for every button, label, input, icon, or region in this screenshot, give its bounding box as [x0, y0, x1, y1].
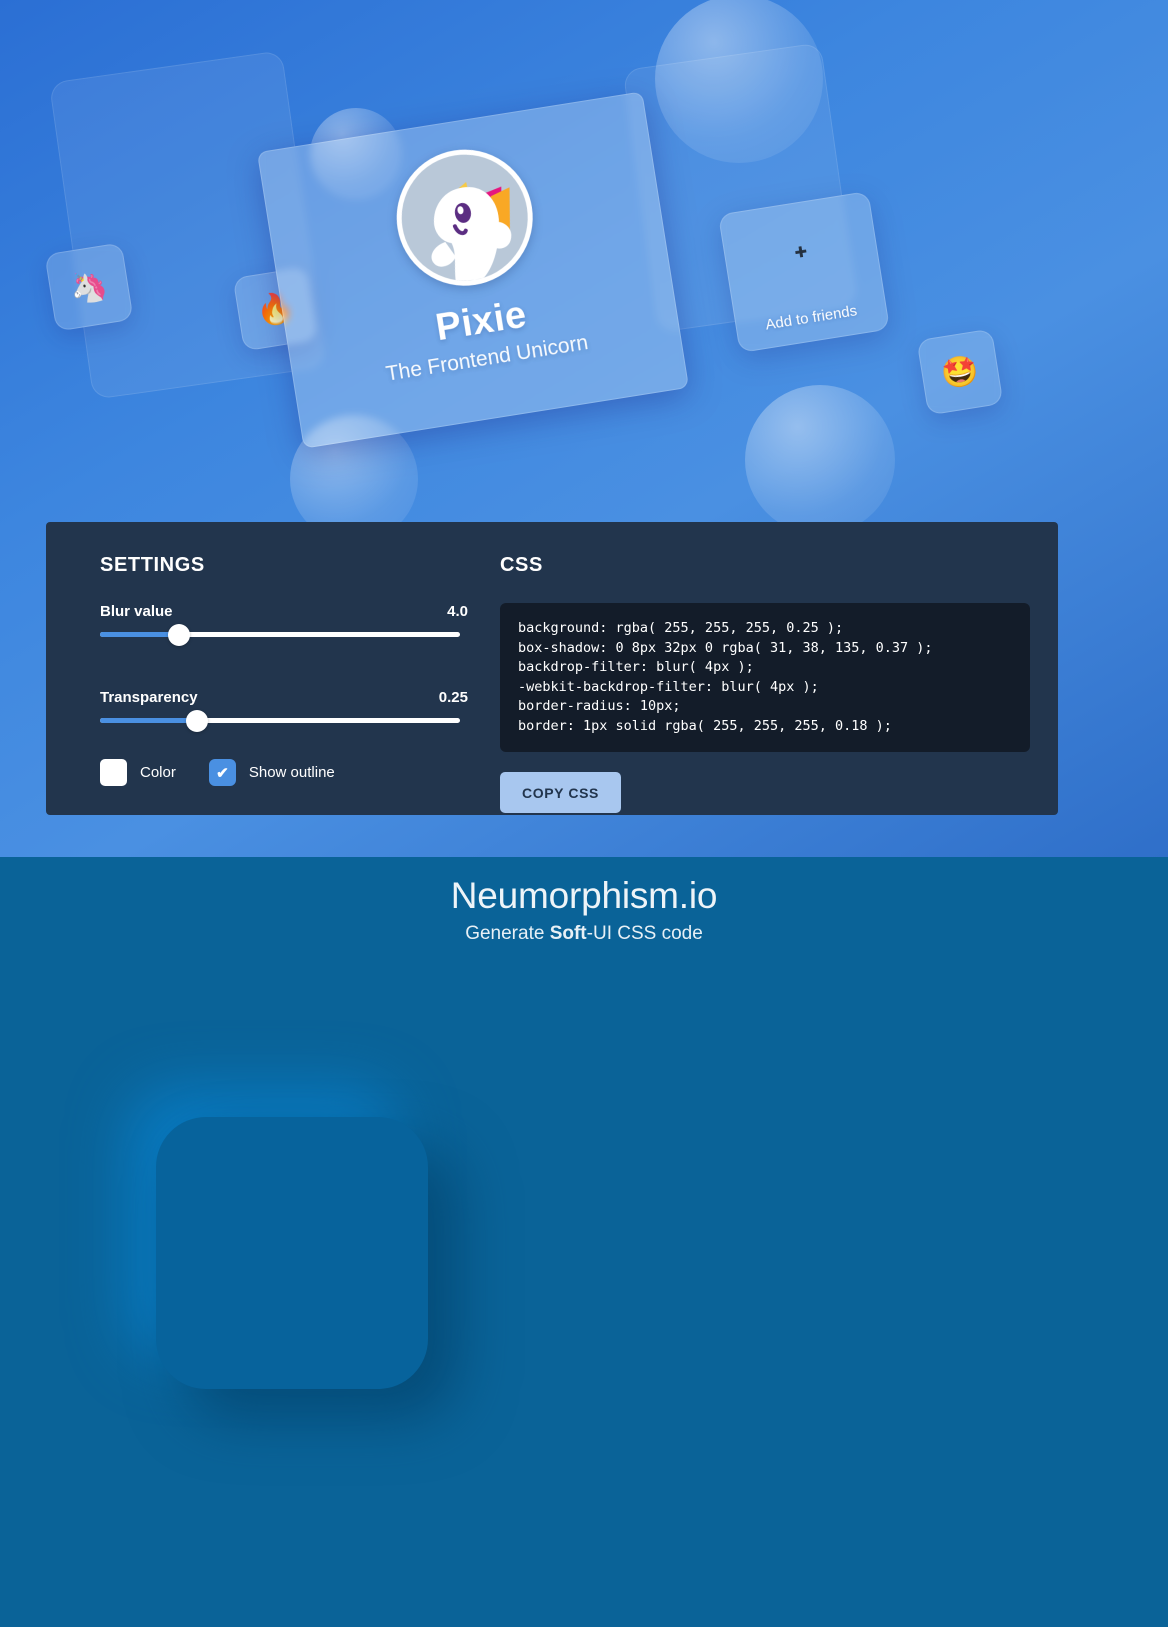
plus-cursor-icon: ✚ — [793, 243, 809, 263]
glassmorphism-section: 🦄 🔥 🤩 ✚ Add to friends Pixie The Fronten… — [0, 0, 1168, 857]
neumorphism-header: Neumorphism.io Generate Soft-UI CSS code — [0, 857, 1168, 945]
glass-preview-card: Pixie The Frontend Unicorn — [256, 91, 690, 449]
settings-column: SETTINGS Blur value 4.0 Transparency 0.2… — [74, 552, 468, 786]
page-subtitle: Generate Soft-UI CSS code — [0, 923, 1168, 945]
unicorn-avatar — [386, 139, 543, 296]
css-title: CSS — [500, 554, 543, 576]
add-to-friends-card[interactable]: ✚ Add to friends — [717, 190, 891, 354]
check-icon: ✔ — [216, 764, 229, 782]
subtitle-post: -UI CSS code — [586, 923, 703, 944]
css-column: CSS background: rgba( 255, 255, 255, 0.2… — [468, 552, 1030, 813]
css-code-text: background: rgba( 255, 255, 255, 0.25 );… — [518, 620, 933, 734]
neumorphism-section: Neumorphism.io Generate Soft-UI CSS code… — [0, 857, 1168, 1627]
tile-unicorn: 🦄 — [44, 242, 134, 332]
star-struck-emoji-icon: 🤩 — [938, 352, 982, 392]
show-outline-checkbox[interactable]: ✔ — [208, 759, 236, 786]
glass-generator-panel: SETTINGS Blur value 4.0 Transparency 0.2… — [46, 522, 1058, 815]
blur-value-slider[interactable] — [100, 623, 460, 646]
blur-value-readout: 4.0 — [447, 603, 468, 620]
settings-checkbox-row: Color ✔ Show outline — [100, 759, 468, 786]
transparency-slider-knob[interactable] — [186, 709, 209, 732]
color-swatch-button[interactable] — [100, 759, 127, 786]
settings-title: SETTINGS — [100, 554, 205, 576]
decorative-sphere — [745, 385, 895, 535]
unicorn-emoji-icon: 🦄 — [67, 267, 111, 307]
blur-slider-knob[interactable] — [168, 623, 191, 646]
add-to-friends-label: Add to friends — [764, 302, 859, 334]
color-label: Color — [140, 764, 176, 781]
css-code-block: background: rgba( 255, 255, 255, 0.25 );… — [500, 603, 1030, 752]
subtitle-pre: Generate — [465, 923, 550, 944]
neumorphism-preview-box — [156, 1117, 428, 1389]
transparency-label: Transparency — [100, 689, 198, 706]
copy-css-button[interactable]: COPY CSS — [500, 772, 621, 813]
show-outline-label: Show outline — [248, 764, 335, 781]
transparency-readout: 0.25 — [438, 689, 468, 706]
transparency-slider-fill — [100, 718, 198, 723]
subtitle-bold: Soft — [549, 923, 587, 944]
transparency-slider-row: Transparency 0.25 — [100, 689, 468, 732]
blur-value-slider-row: Blur value 4.0 — [100, 603, 468, 646]
transparency-slider[interactable] — [100, 709, 460, 732]
page-title: Neumorphism.io — [450, 875, 718, 916]
tile-star-struck: 🤩 — [916, 328, 1004, 416]
blur-value-label: Blur value — [100, 603, 173, 620]
